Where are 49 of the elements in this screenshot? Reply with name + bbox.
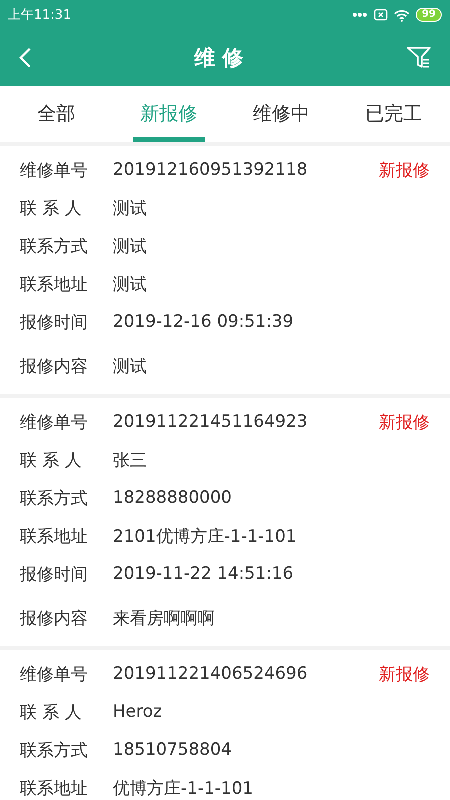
tab[interactable]: 维修中 [225, 86, 338, 142]
wifi-icon [394, 8, 410, 22]
field-value: 测试 [113, 356, 148, 378]
field-label: 报修时间 [20, 564, 89, 586]
field-value: 2101优博方庄-1-1-101 [113, 526, 298, 548]
clock-time: 上午11:31 [8, 7, 72, 24]
field-label: 联 系 人 [20, 702, 83, 724]
filter-icon [406, 46, 432, 70]
field-value: 18510758804 [113, 740, 233, 760]
tab[interactable]: 全部 [0, 86, 112, 142]
field-label: 报修内容 [20, 356, 89, 378]
field-value: 测试 [113, 236, 148, 258]
status-label: 新报修 [379, 412, 430, 434]
field-value: 201912160951392118 [113, 160, 309, 180]
field-label: 联系方式 [20, 236, 89, 258]
field-value: 张三 [113, 450, 148, 472]
field-value: 2019-11-22 14:51:16 [113, 564, 295, 584]
status-label: 新报修 [379, 664, 430, 686]
field-value: 201911221406524696 [113, 664, 309, 684]
back-icon [18, 47, 32, 69]
page-title: 维 修 [194, 45, 244, 72]
field-label: 维修单号 [20, 412, 89, 434]
field-value: Heroz [113, 702, 164, 722]
field-value: 来看房啊啊啊 [113, 608, 216, 630]
field-label: 联系方式 [20, 488, 89, 510]
field-label: 报修时间 [20, 312, 89, 334]
field-label: 报修内容 [20, 608, 89, 630]
field-value: 测试 [113, 274, 148, 296]
field-label: 联 系 人 [20, 198, 83, 220]
order-card[interactable]: 维修单号 201911221451164923 新报修 联 系 人 张三 联系方式 18288880000 联系地址 2101优博方庄-1-1-101 报修时间 2019-11-22 14:51:16 报修内容 来看房啊啊啊 [0, 398, 450, 646]
sim-icon [374, 9, 388, 21]
field-label: 联系地址 [20, 526, 89, 548]
field-label: 联系地址 [20, 274, 89, 296]
field-label: 维修单号 [20, 160, 89, 182]
field-label: 联 系 人 [20, 450, 83, 472]
order-card[interactable]: 维修单号 201912160951392118 新报修 联 系 人 测试 联系方式 测试 联系地址 测试 报修时间 2019-12-16 09:51:39 报修内容 测试 [0, 146, 450, 394]
field-label: 联系方式 [20, 740, 89, 762]
order-card[interactable]: 维修单号 201911221406524696 新报修 联 系 人 Heroz 联系方式 18510758804 联系地址 优博方庄-1-1-101 [0, 650, 450, 800]
status-label: 新报修 [379, 160, 430, 182]
field-value: 测试 [113, 198, 148, 220]
dots-icon [352, 12, 368, 18]
field-value: 201911221451164923 [113, 412, 309, 432]
tab[interactable]: 已完工 [338, 86, 450, 142]
field-value: 2019-12-16 09:51:39 [113, 312, 295, 332]
field-label: 联系地址 [20, 778, 89, 800]
field-label: 维修单号 [20, 664, 89, 686]
field-value: 18288880000 [113, 488, 233, 508]
battery-level: 99 [416, 8, 442, 22]
field-value: 优博方庄-1-1-101 [113, 778, 254, 800]
